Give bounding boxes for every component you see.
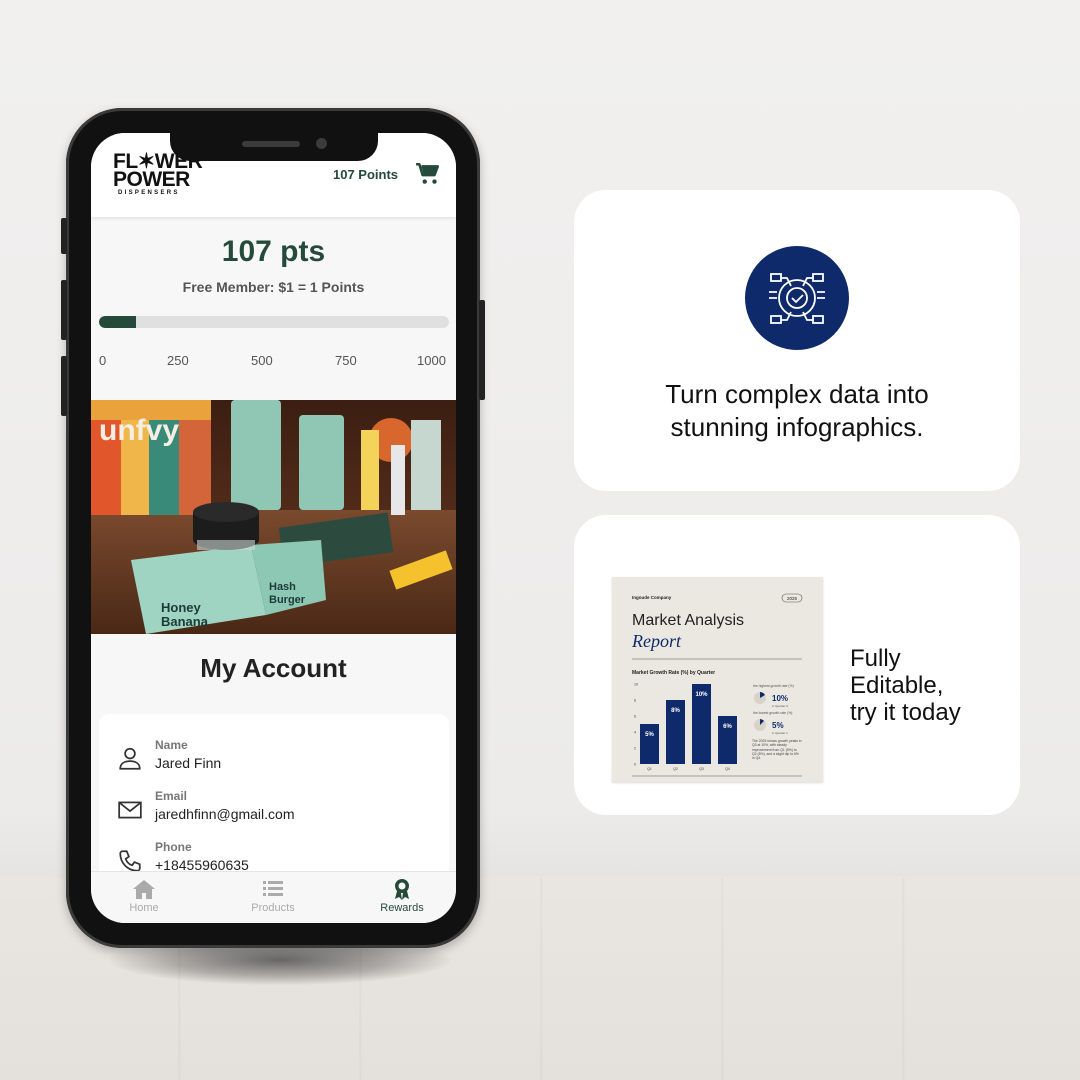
phone-volume-up bbox=[61, 280, 67, 340]
report-company: Ingoude Company bbox=[632, 595, 672, 600]
field-value-email: jaredhfinn@gmail.com bbox=[155, 806, 295, 822]
infographics-tagline: Turn complex data into stunning infograp… bbox=[574, 378, 1020, 444]
field-value-name: Jared Finn bbox=[155, 755, 222, 771]
stat1-sub: in Quarter 3 bbox=[772, 704, 788, 708]
report-bar-chart: 0 2 4 6 8 10 5% Q1 8% Q2 10% Q3 6% Q4 bbox=[634, 682, 737, 771]
account-details-card: Name Jared Finn Email jaredhfinn@gmail.c… bbox=[99, 714, 449, 894]
stat2-sub: in Quarter 1 bbox=[772, 731, 788, 735]
editable-tagline: Fully Editable, try it today bbox=[850, 645, 1010, 726]
award-icon bbox=[395, 879, 409, 900]
y-tick-label: 0 bbox=[634, 762, 636, 766]
bar-value-label: 5% bbox=[645, 732, 654, 738]
data-network-icon bbox=[745, 246, 849, 350]
list-icon bbox=[263, 881, 283, 896]
y-tick-label: 10 bbox=[634, 682, 638, 686]
scale-tick: 500 bbox=[251, 353, 273, 368]
y-tick-label: 2 bbox=[634, 746, 636, 750]
report-thumbnail[interactable]: Ingoude Company 2025 Market Analysis Rep… bbox=[612, 577, 823, 782]
nav-rewards-label: Rewards bbox=[380, 902, 424, 914]
phone-speaker bbox=[242, 141, 300, 147]
scale-tick: 750 bbox=[335, 353, 357, 368]
nav-products-label: Products bbox=[251, 902, 295, 914]
svg-text:Hash: Hash bbox=[269, 581, 296, 593]
stat1-label: the highest growth rate (%) bbox=[753, 684, 794, 688]
tagline-line1: Turn complex data into bbox=[665, 379, 929, 409]
phone-camera bbox=[316, 138, 327, 149]
bar-value-label: 10% bbox=[695, 692, 708, 698]
logo-text-line3: DISPENSERS bbox=[118, 190, 180, 196]
scale-tick: 250 bbox=[167, 353, 189, 368]
scale-tick: 0 bbox=[99, 353, 107, 368]
product-photo: unfvy Honey Banana Hash Burger bbox=[91, 400, 456, 634]
mail-icon bbox=[118, 801, 142, 819]
account-row-name: Name Jared Finn bbox=[99, 736, 449, 780]
x-category-label: Q1 bbox=[647, 767, 652, 771]
phone-volume-down bbox=[61, 356, 67, 416]
membership-tier: Free Member: $1 = 1 Points bbox=[182, 279, 365, 295]
points-progress-bar bbox=[99, 316, 449, 328]
nav-home[interactable]: Home bbox=[99, 878, 189, 914]
nav-home-label: Home bbox=[129, 902, 159, 914]
y-tick-label: 4 bbox=[634, 730, 636, 734]
points-progress-fill bbox=[99, 316, 137, 328]
field-label: Name bbox=[155, 738, 188, 752]
network-check-icon bbox=[769, 273, 825, 324]
stat2-value: 5% bbox=[772, 721, 784, 730]
editable-line2: Editable, bbox=[850, 672, 944, 699]
report-year: 2025 bbox=[787, 596, 798, 601]
svg-text:Burger: Burger bbox=[269, 594, 306, 606]
field-label: Phone bbox=[155, 840, 192, 854]
feature-card-editable: Ingoude Company 2025 Market Analysis Rep… bbox=[574, 515, 1020, 815]
bar-value-label: 8% bbox=[671, 708, 680, 714]
phone-side-button bbox=[61, 218, 67, 254]
logo-text-line2: POWER bbox=[113, 168, 190, 191]
feature-card-infographics: Turn complex data into stunning infograp… bbox=[574, 190, 1020, 491]
account-row-email: Email jaredhfinn@gmail.com bbox=[99, 787, 449, 831]
person-icon bbox=[119, 747, 141, 770]
field-label: Email bbox=[155, 789, 188, 803]
progress-scale: 0 250 500 750 1000 bbox=[91, 353, 456, 369]
report-title-italic: Report bbox=[631, 631, 682, 651]
y-tick-label: 6 bbox=[634, 714, 636, 718]
report-chart-title: Market Growth Rate (%) by Quarter bbox=[632, 670, 715, 676]
bar-value-label: 6% bbox=[723, 724, 732, 730]
stat1-value: 10% bbox=[772, 694, 788, 703]
header-points: 107 Points bbox=[333, 167, 399, 182]
nav-rewards[interactable]: Rewards bbox=[357, 878, 447, 914]
x-category-label: Q4 bbox=[725, 767, 730, 771]
points-total: 107 pts bbox=[221, 235, 326, 268]
phone-screen: FL✶WER POWER DISPENSERS 107 Points 107 p… bbox=[91, 133, 456, 923]
bottom-nav: Home Products Rewards bbox=[91, 871, 456, 923]
account-title: My Account bbox=[200, 653, 347, 683]
x-category-label: Q3 bbox=[699, 767, 704, 771]
svg-text:unfvy: unfvy bbox=[99, 414, 179, 447]
home-icon bbox=[133, 880, 155, 899]
stat2-label: the lowest growth rate (%) bbox=[753, 711, 792, 715]
cart-icon[interactable] bbox=[415, 161, 441, 187]
bar-Q1 bbox=[640, 724, 659, 764]
report-preview: Ingoude Company 2025 Market Analysis Rep… bbox=[631, 593, 803, 777]
editable-line3: try it today bbox=[850, 699, 961, 726]
nav-products[interactable]: Products bbox=[228, 878, 318, 914]
y-tick-label: 8 bbox=[634, 698, 636, 702]
phone-power-button bbox=[479, 300, 485, 400]
svg-text:Banana: Banana bbox=[161, 614, 209, 629]
editable-line1: Fully bbox=[850, 645, 901, 672]
tagline-line2: stunning infographics. bbox=[670, 412, 924, 442]
scale-tick: 1000 bbox=[417, 353, 446, 368]
x-category-label: Q2 bbox=[673, 767, 678, 771]
report-note: The 2025 shows growth peaks in Q3 at 10%… bbox=[752, 739, 802, 761]
svg-text:Honey: Honey bbox=[161, 600, 202, 615]
report-title: Market Analysis bbox=[632, 612, 744, 629]
